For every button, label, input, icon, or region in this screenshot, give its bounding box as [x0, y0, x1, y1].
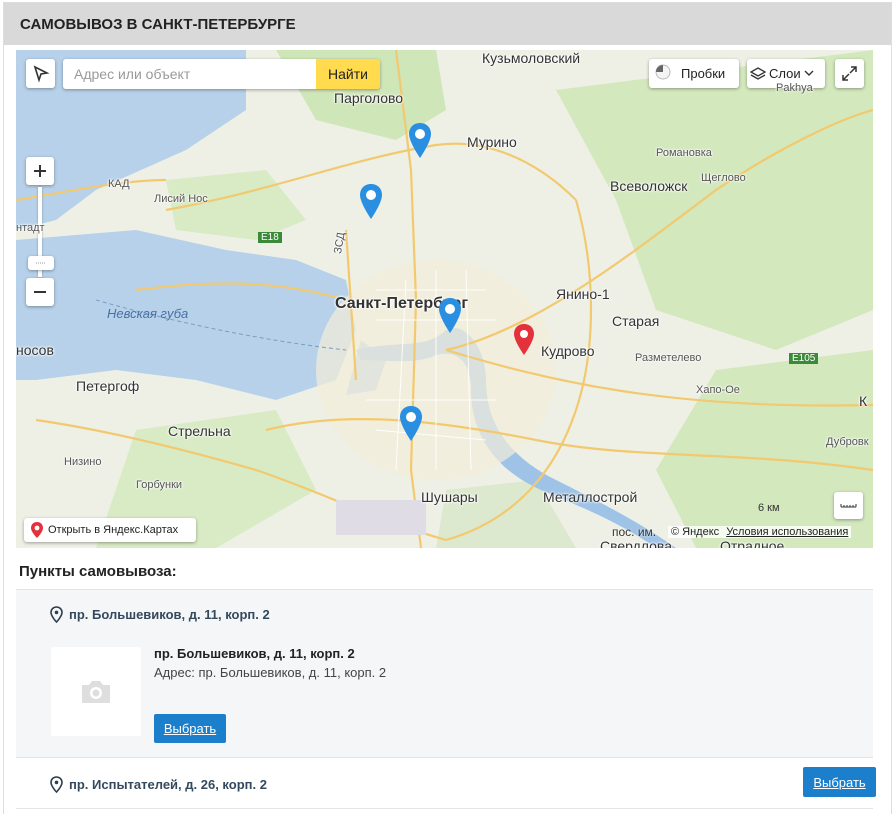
ruler-icon: [840, 504, 857, 508]
map-search: Найти: [63, 59, 380, 89]
map-label-dubrovka: Дубровк: [826, 436, 869, 448]
map-label-khapo: Хапо-Ое: [696, 384, 740, 396]
terms-link[interactable]: Условия использования: [726, 526, 848, 538]
plus-icon: [34, 165, 46, 177]
map-label-k-edge: К: [859, 393, 868, 409]
map-search-input[interactable]: [63, 59, 316, 89]
minus-icon: [34, 291, 46, 293]
map-pin-red[interactable]: [513, 323, 535, 359]
map-label-nizino: Низино: [64, 456, 102, 468]
map-label-yanino: Янино-1: [556, 286, 610, 302]
map-label-razmetelevo: Разметелево: [635, 352, 702, 364]
expand-icon: [842, 66, 857, 81]
open-in-yandex-label: Открыть в Яндекс.Картах: [48, 524, 179, 536]
map-label-tadt: нтадт: [16, 222, 45, 234]
map-label-staraya: Старая: [612, 313, 660, 329]
map-label-e105: E105: [789, 353, 819, 364]
map-label-kuzmolovsky: Кузьмоловский: [482, 50, 581, 66]
camera-icon: [82, 680, 110, 703]
map-label-gorbunki: Горбунки: [136, 479, 183, 491]
map-search-button[interactable]: Найти: [316, 59, 380, 89]
map-label-pakhya: Pakhya: [776, 82, 813, 94]
map-pin-blue-3[interactable]: [438, 297, 462, 337]
map-label-kudrovo: Кудрово: [541, 343, 595, 359]
fullscreen-button[interactable]: [835, 59, 864, 88]
ruler-button[interactable]: [834, 492, 863, 519]
pickup-point-name: пр. Большевиков, д. 11, корп. 2: [69, 607, 270, 622]
traffic-label: Пробки: [681, 66, 726, 81]
pickup-point-header-2[interactable]: пр. Испытателей, д. 26, корп. 2: [50, 776, 267, 793]
pickup-photo-placeholder: [51, 647, 141, 736]
yandex-map[interactable]: Найти Пробки Слои Кузьмоловский Парголов…: [16, 50, 873, 548]
map-label-metallostroy: Металлострой: [543, 489, 638, 505]
map-label-pargolovo: Парголово: [334, 90, 404, 106]
select-button[interactable]: Выбрать: [154, 714, 226, 743]
grip-icon: [36, 262, 46, 264]
locate-button[interactable]: [26, 59, 55, 88]
map-label-sverdlova: Свердлова: [600, 538, 672, 548]
copyright-text: © Яндекс: [671, 526, 720, 538]
map-label-otradnoe: Отрадное: [720, 538, 785, 548]
select-button-2[interactable]: Выбрать: [803, 767, 876, 797]
map-label-shushary: Шушары: [421, 489, 478, 505]
zoom-in-button[interactable]: [26, 157, 54, 185]
page-title: САМОВЫВОЗ В САНКТ-ПЕТЕРБУРГЕ: [20, 15, 296, 33]
map-label-nevskaya: Невская губа: [107, 306, 189, 321]
zoom-out-button[interactable]: [26, 278, 54, 306]
map-pin-blue-1[interactable]: [408, 122, 432, 162]
location-pin-icon: [50, 606, 63, 623]
zoom-slider-handle[interactable]: [28, 256, 54, 270]
pickup-list-title: Пункты самовывоза:: [19, 563, 177, 580]
panel-header: САМОВЫВОЗ В САНКТ-ПЕТЕРБУРГЕ: [4, 3, 891, 45]
map-label-vsevolozhsk: Всеволожск: [610, 178, 688, 194]
map-label-peterhof: Петергоф: [76, 378, 140, 394]
traffic-button[interactable]: Пробки: [649, 59, 739, 88]
locate-arrow-icon: [33, 65, 50, 83]
pickup-point-row: пр. Испытателей, д. 26, корп. 2 Выбрать: [16, 759, 876, 809]
traffic-light-icon: [655, 64, 671, 80]
map-label-murino: Мурино: [467, 134, 517, 150]
map-pin-blue-4[interactable]: [399, 405, 423, 445]
pickup-point-name-2: пр. Испытателей, д. 26, корп. 2: [69, 777, 267, 792]
map-label-romanovka: Романовка: [656, 147, 712, 159]
pickup-detail-name: пр. Большевиков, д. 11, корп. 2: [154, 646, 355, 661]
location-pin-icon: [50, 776, 63, 793]
map-label-kad-1: КАД: [108, 178, 130, 190]
map-label-lisiy-nos: Лисий Нос: [154, 193, 208, 205]
map-label-shcheglovo: Щеглово: [701, 172, 746, 184]
layers-label: Слои: [769, 66, 801, 81]
map-label-posim: пос. им.: [612, 525, 657, 539]
layers-icon: [749, 67, 767, 80]
pickup-point-expanded: пр. Большевиков, д. 11, корп. 2 пр. Боль…: [16, 589, 873, 758]
red-pin-icon: [31, 522, 43, 538]
map-copyright: © Яндекс Условия использования: [668, 526, 852, 538]
scale-label: 6 км: [758, 502, 780, 514]
open-in-yandex-button[interactable]: Открыть в Яндекс.Картах: [24, 518, 196, 542]
pickup-detail-address: Адрес: пр. Большевиков, д. 11, корп. 2: [154, 665, 387, 680]
map-label-e18: E18: [258, 232, 282, 243]
map-pin-blue-2[interactable]: [359, 183, 383, 223]
map-label-nosov: носов: [16, 342, 54, 358]
map-label-strelna: Стрельна: [168, 423, 231, 439]
pickup-point-header[interactable]: пр. Большевиков, д. 11, корп. 2: [50, 606, 270, 623]
